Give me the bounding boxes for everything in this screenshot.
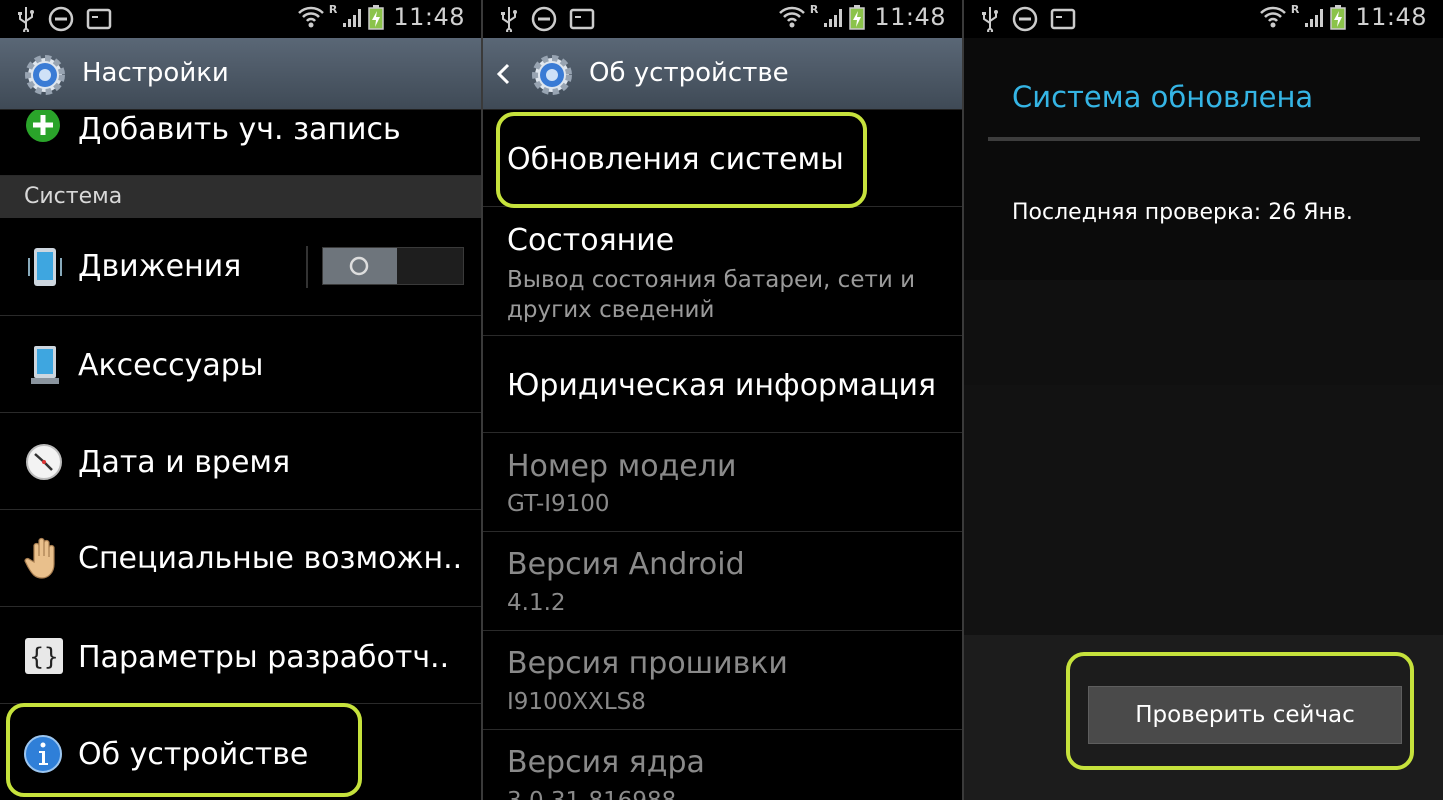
list-item-title: Версия прошивки: [507, 646, 788, 681]
dialog-title: Система обновлена: [1012, 80, 1314, 114]
list-item-subtitle: 4.1.2: [507, 590, 566, 616]
add-account-label: Добавить уч. запись: [78, 112, 401, 147]
screenshot-icon: [1050, 8, 1076, 30]
roaming-indicator: R: [1290, 2, 1300, 16]
motion-toggle-divider: [306, 246, 308, 288]
section-header-system: Система: [0, 176, 481, 218]
add-account-item[interactable]: Добавить уч. запись: [0, 110, 481, 176]
toggle-off-icon: [349, 256, 369, 276]
roaming-indicator: R: [809, 2, 819, 16]
sidebar-item-label: Параметры разработч..: [78, 640, 450, 675]
screenshot-icon: [86, 8, 112, 30]
status-bar: R 11:48: [0, 0, 481, 38]
settings-gear-icon: [25, 55, 65, 95]
highlight-check-now: [1066, 652, 1414, 770]
settings-panel: R 11:48 Настройки Добавить уч. запись Си…: [0, 0, 481, 800]
sidebar-item-label: Движения: [78, 249, 242, 284]
dialog-band: [964, 385, 1443, 635]
sidebar-item-accessibility[interactable]: Специальные возможн..: [0, 510, 481, 607]
list-item-model-number: Номер модели GT-I9100: [483, 433, 962, 532]
list-item-title: Версия ядра: [507, 745, 705, 780]
system-update-panel: R 11:48 Система обновлена Последняя пров…: [964, 0, 1443, 800]
list-item-title: Версия Android: [507, 547, 745, 582]
svg-text:{}: {}: [30, 643, 59, 671]
back-chevron-icon[interactable]: [495, 62, 511, 86]
list-item-title: Юридическая информация: [507, 368, 937, 403]
dialog-band: [964, 280, 1443, 385]
settings-gear-icon: [532, 55, 572, 95]
status-bar: R 11:48: [964, 0, 1443, 38]
list-item-status[interactable]: Состояние Вывод состояния батареи, сети …: [483, 207, 962, 336]
title-divider: [988, 137, 1420, 141]
accessory-icon: [31, 346, 59, 384]
list-item-baseband-version: Версия прошивки I9100XXLS8: [483, 631, 962, 730]
motion-toggle[interactable]: [322, 247, 464, 285]
list-item-kernel-version: Версия ядра 3.0.31-816988: [483, 730, 962, 800]
list-item-subtitle: GT-I9100: [507, 491, 610, 517]
battery-charging-icon: [849, 5, 866, 30]
highlight-system-updates: [496, 112, 867, 208]
clock-icon: [26, 444, 62, 480]
wifi-icon: [297, 6, 324, 28]
list-item-android-version: Версия Android 4.1.2: [483, 532, 962, 631]
section-title: Система: [24, 184, 123, 209]
do-not-disturb-icon: [1012, 6, 1038, 32]
sidebar-item-label: Аксессуары: [78, 348, 264, 383]
wifi-icon: [778, 6, 805, 28]
clock-time: 11:48: [393, 3, 465, 31]
list-item-legal-info[interactable]: Юридическая информация: [483, 336, 962, 433]
hand-icon: [24, 537, 55, 579]
screenshot-icon: [569, 8, 595, 30]
braces-icon: {}: [25, 638, 63, 674]
list-item-title: Номер модели: [507, 449, 737, 484]
status-bar: R 11:48: [483, 0, 962, 38]
page-title: Настройки: [82, 58, 229, 88]
do-not-disturb-icon: [531, 6, 557, 32]
plus-icon: [26, 110, 60, 142]
wifi-icon: [1259, 6, 1286, 28]
usb-icon: [501, 7, 517, 32]
action-bar[interactable]: Об устройстве: [483, 38, 962, 110]
signal-icon: [1305, 9, 1324, 27]
do-not-disturb-icon: [48, 6, 74, 32]
action-bar: Настройки: [0, 38, 481, 110]
usb-icon: [982, 7, 998, 32]
about-device-panel: R 11:48 Об устройстве Обновления системы…: [483, 0, 962, 800]
list-item-subtitle: I9100XXLS8: [507, 689, 646, 715]
clock-time: 11:48: [1355, 3, 1427, 31]
signal-icon: [824, 9, 843, 27]
page-title: Об устройстве: [589, 58, 789, 88]
battery-charging-icon: [1330, 5, 1347, 30]
list-item-subtitle: 3.0.31-816988: [507, 786, 676, 800]
motion-phone-icon: [28, 248, 62, 286]
sidebar-item-label: Специальные возможн..: [78, 541, 463, 576]
signal-icon: [343, 9, 362, 27]
list-item-title: Состояние: [507, 223, 675, 258]
battery-charging-icon: [368, 5, 385, 30]
roaming-indicator: R: [328, 2, 338, 16]
sidebar-item-date-time[interactable]: Дата и время: [0, 413, 481, 510]
clock-time: 11:48: [874, 3, 946, 31]
sidebar-item-label: Дата и время: [78, 445, 291, 480]
sidebar-item-developer-options[interactable]: {} Параметры разработч..: [0, 607, 481, 704]
last-check-text: Последняя проверка: 26 Янв.: [1012, 200, 1353, 225]
sidebar-item-motion[interactable]: Движения: [0, 218, 481, 316]
highlight-about-device: [6, 703, 362, 797]
list-item-subtitle: Вывод состояния батареи, сети и других с…: [507, 267, 916, 323]
usb-icon: [18, 7, 34, 32]
sidebar-item-accessories[interactable]: Аксессуары: [0, 316, 481, 413]
